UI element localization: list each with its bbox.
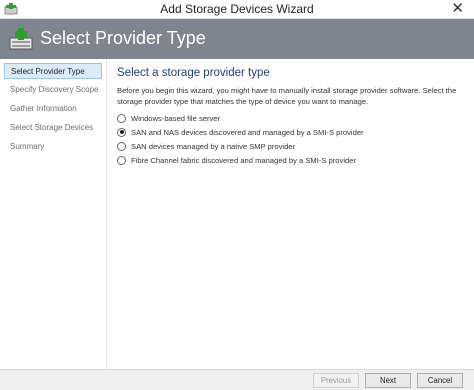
section-description: Before you begin this wizard, you might … [117,86,457,106]
section-heading: Select a storage provider type [117,67,270,79]
option-smis-san-nas[interactable]: SAN and NAS devices discovered and manag… [117,127,364,139]
next-button[interactable]: Next [365,373,411,388]
sidebar-item-select-storage-devices[interactable]: Select Storage Devices [4,120,102,136]
sidebar-item-gather-information[interactable]: Gather Information [4,101,102,117]
sidebar-item-summary[interactable]: Summary [4,139,102,155]
previous-button[interactable]: Previous [313,373,359,388]
option-native-smp[interactable]: SAN devices managed by a native SMP prov… [117,141,295,153]
wizard-content: Select a storage provider type Before yo… [106,59,474,369]
radio-button[interactable] [117,141,126,151]
option-fibre-channel-fabric[interactable]: Fibre Channel fabric discovered and mana… [117,155,356,167]
window-title: Add Storage Devices Wizard [160,2,314,16]
radio-button[interactable] [117,113,126,123]
title-bar: Add Storage Devices Wizard ✕ [0,0,474,19]
option-label: SAN devices managed by a native SMP prov… [131,142,296,151]
option-label: SAN and NAS devices discovered and manag… [131,128,364,137]
page-title: Select Provider Type [40,28,206,48]
storage-add-icon [9,28,33,50]
wizard-footer: Previous Next Cancel [0,369,474,390]
sidebar-item-select-provider-type[interactable]: Select Provider Type [4,63,102,79]
wizard-header: Select Provider Type [0,19,474,59]
cancel-button[interactable]: Cancel [417,373,463,388]
radio-button-checked[interactable] [117,127,126,137]
option-label: Fibre Channel fabric discovered and mana… [131,156,356,165]
option-windows-file-server[interactable]: Windows-based file server [117,113,220,125]
wizard-steps-sidebar: Select Provider Type Specify Discovery S… [0,59,106,369]
option-label: Windows-based file server [131,114,221,123]
radio-button[interactable] [117,155,126,165]
close-icon[interactable]: ✕ [451,0,464,17]
sidebar-item-specify-discovery-scope[interactable]: Specify Discovery Scope [4,82,102,98]
